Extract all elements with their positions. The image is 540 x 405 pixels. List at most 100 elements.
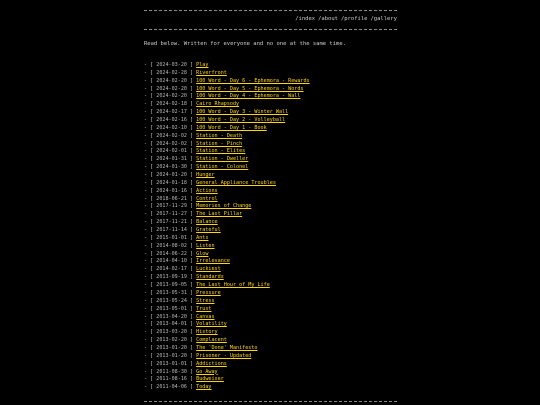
post-title-link[interactable]: Station - Dweller — [196, 156, 248, 162]
post-date: 2024-01-31 — [156, 156, 187, 163]
list-bullet: - [ — [144, 360, 157, 367]
post-title-link[interactable]: Station - Death — [196, 133, 242, 139]
post-title-link[interactable]: Glow — [196, 251, 208, 257]
date-bracket: ] — [186, 179, 197, 186]
list-bullet: - [ — [144, 140, 157, 147]
post-title-link[interactable]: Go Away — [196, 369, 217, 375]
nav-index-link[interactable]: /index — [295, 16, 315, 22]
post-title-link[interactable]: 100 Word - Day 5 - Ephemora - Words — [196, 86, 303, 92]
post-title-link[interactable]: Stress — [196, 298, 214, 304]
post-title-link[interactable]: Riverfront — [196, 70, 227, 76]
post-title-link[interactable]: 100 Word - Day 4 - Ephemora - Wall — [196, 93, 300, 99]
post-date: 2013-03-20 — [156, 329, 187, 336]
post-title-link[interactable]: Volatility — [196, 321, 227, 327]
post-date: 2013-09-19 — [156, 274, 187, 281]
post-date: 2013-05-01 — [156, 305, 187, 312]
date-bracket: ] — [186, 132, 197, 139]
bottom-divider — [144, 401, 397, 402]
post-title-link[interactable]: Balance — [196, 219, 217, 225]
post-title-link[interactable]: Listen — [196, 243, 214, 249]
post-title-link[interactable]: Complacent — [196, 337, 227, 343]
post-title-link[interactable]: Ants — [196, 235, 208, 241]
post-date: 2013-05-31 — [156, 289, 187, 296]
date-bracket: ] — [186, 187, 197, 194]
post-title-link[interactable]: 100 Word - Day 6 - Ephemora - Rewards — [196, 78, 309, 84]
post-list-item: - [ 2024-02-28 ] Riverfront — [144, 70, 310, 78]
list-bullet: - [ — [144, 203, 157, 210]
post-list-item: - [ 2013-09-19 ] Standards — [144, 274, 310, 282]
list-bullet: - [ — [144, 266, 157, 273]
post-title-link[interactable]: Canvas — [196, 314, 214, 320]
post-title-link[interactable]: Luckiest — [196, 266, 221, 272]
list-bullet: - [ — [144, 164, 157, 171]
post-title-link[interactable]: Hunger — [196, 172, 214, 178]
post-title-link[interactable]: 100 Word - Day 3 - Winter Wall — [196, 109, 288, 115]
post-title-link[interactable]: The Last Pillar — [196, 211, 242, 217]
date-bracket: ] — [186, 384, 197, 391]
date-bracket: ] — [186, 69, 197, 76]
post-title-link[interactable]: Addictions — [196, 361, 227, 367]
post-list-item: - [ 2011-08-30 ] Go Away — [144, 369, 310, 377]
post-title-link[interactable]: Grateful — [196, 227, 221, 233]
list-bullet: - [ — [144, 124, 157, 131]
post-title-link[interactable]: Standards — [196, 274, 224, 280]
post-title-link[interactable]: Play — [196, 62, 208, 68]
post-list-item: - [ 2024-02-16 ] 100 Word - Day 2 - Voll… — [144, 117, 310, 125]
post-list: - [ 2024-03-20 ] Play - [ 2024-02-28 ] Ri… — [144, 62, 310, 392]
post-list-item: - [ 2017-11-29 ] Memories of Change — [144, 203, 310, 211]
date-bracket: ] — [186, 164, 197, 171]
post-date: 2024-02-02 — [156, 132, 187, 139]
post-title-link[interactable]: Pressure — [196, 290, 221, 296]
post-list-item: - [ 2013-01-01 ] Addictions — [144, 361, 310, 369]
intro-text: Read below. Written for everyone and no … — [144, 41, 346, 47]
list-bullet: - [ — [144, 368, 157, 375]
post-title-link[interactable]: General Appliance Troubles — [196, 180, 276, 186]
post-title-link[interactable]: Irrelevance — [196, 258, 230, 264]
post-date: 2011-08-30 — [156, 368, 187, 375]
nav-gallery-link[interactable]: /gallery — [371, 16, 398, 22]
post-title-link[interactable]: Cairo Rhapsody — [196, 101, 239, 107]
post-title-link[interactable]: History — [196, 329, 217, 335]
post-date: 2024-02-17 — [156, 109, 187, 116]
post-title-link[interactable]: Station - Elites — [196, 148, 245, 154]
post-list-item: - [ 2015-01-01 ] Ants — [144, 235, 310, 243]
post-title-link[interactable]: Today — [196, 384, 211, 390]
date-bracket: ] — [186, 360, 197, 367]
date-bracket: ] — [186, 321, 197, 328]
post-title-link[interactable]: The 'Done' Manifesto — [196, 345, 257, 351]
post-title-link[interactable]: Station - Colonel — [196, 164, 248, 170]
date-bracket: ] — [186, 352, 197, 359]
date-bracket: ] — [186, 62, 197, 68]
nav-about-link[interactable]: /about — [318, 16, 338, 22]
post-title-link[interactable]: Control — [196, 196, 217, 202]
post-title-link[interactable]: Prisoner - Updated — [196, 353, 251, 359]
post-date: 2015-01-01 — [156, 234, 187, 241]
list-bullet: - [ — [144, 234, 157, 241]
post-list-item: - [ 2024-01-30 ] Station - Colonel — [144, 164, 310, 172]
post-date: 2017-11-29 — [156, 203, 187, 210]
post-date: 2024-02-02 — [156, 140, 187, 147]
post-date: 2013-02-20 — [156, 337, 187, 344]
date-bracket: ] — [186, 282, 197, 289]
post-list-item: - [ 2011-08-16 ] Budweiser — [144, 376, 310, 384]
date-bracket: ] — [186, 266, 197, 273]
date-bracket: ] — [186, 211, 197, 218]
post-title-link[interactable]: 100 Word - Day 1 - Book — [196, 125, 267, 131]
post-date: 2014-06-22 — [156, 250, 187, 257]
post-date: 2017-11-14 — [156, 227, 187, 234]
post-title-link[interactable]: The Last Hour of My Life — [196, 282, 270, 288]
post-title-link[interactable]: Memories of Change — [196, 203, 251, 209]
post-title-link[interactable]: Budweiser — [196, 376, 224, 382]
post-list-item: - [ 2013-09-05 ] The Last Hour of My Lif… — [144, 282, 310, 290]
post-title-link[interactable]: Trust — [196, 306, 211, 312]
post-date: 2024-02-01 — [156, 148, 187, 155]
post-title-link[interactable]: Actions — [196, 188, 217, 194]
post-title-link[interactable]: Station - Pinch — [196, 141, 242, 147]
list-bullet: - [ — [144, 77, 157, 84]
list-bullet: - [ — [144, 352, 157, 359]
list-bullet: - [ — [144, 289, 157, 296]
post-title-link[interactable]: 100 Word - Day 2 - Volleyball — [196, 117, 285, 123]
list-bullet: - [ — [144, 132, 157, 139]
date-bracket: ] — [186, 172, 197, 179]
nav-profile-link[interactable]: /profile — [341, 16, 368, 22]
